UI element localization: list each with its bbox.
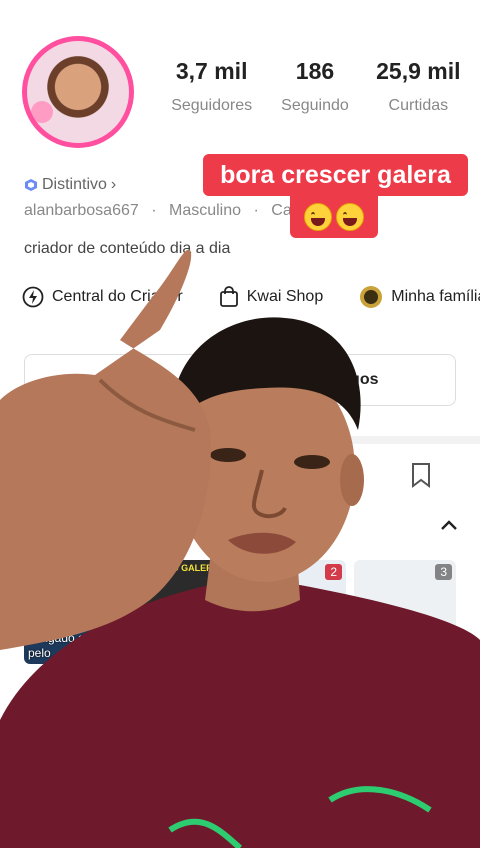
gender: Masculino: [169, 202, 242, 219]
link-label: Central do Criador: [52, 288, 183, 305]
thumb-count: 1: [105, 564, 122, 580]
content-tabs: [0, 450, 480, 496]
collection-thumb[interactable]: GALERA OS MEUS 1.000 SEGUIDOR 1 obrigado…: [24, 560, 126, 664]
link-label: Minha família: [391, 288, 480, 305]
collection-thumb[interactable]: 3: [354, 560, 456, 664]
thumb-count: 2: [325, 564, 342, 580]
stat-label: Curtidas: [388, 97, 449, 114]
collection-thumb[interactable]: 2: [244, 560, 346, 664]
username: alanbarbosa667: [24, 202, 139, 219]
caption-emoji-row: [290, 196, 378, 238]
shirt-print: [168, 786, 432, 848]
shopping-bag-icon: [219, 286, 238, 307]
stat-value: 25,9 mil: [376, 58, 461, 84]
chevron-right-icon: ›: [110, 176, 117, 193]
stat-following[interactable]: 186 Seguindo: [263, 58, 366, 115]
stat-label: Seguidores: [171, 97, 253, 114]
thumb-caption: OLHA SÓ GALERA: [138, 563, 220, 573]
profile-actions: perfil amigos: [24, 354, 456, 406]
thumb-subtitle: olh: [138, 645, 155, 660]
flower-sticker-icon: [31, 101, 53, 123]
bookmark-icon[interactable]: [410, 462, 432, 488]
add-friends-button[interactable]: amigos: [245, 354, 456, 406]
stat-followers[interactable]: 3,7 mil Seguidores: [160, 58, 263, 115]
video-caption: bora crescer galera: [203, 154, 468, 196]
meta-separator: ·: [253, 202, 259, 219]
collection-header: [0, 515, 480, 545]
grinning-emoji-icon: [304, 203, 332, 231]
hexagon-badge-icon: [25, 179, 37, 191]
thumb-subtitle: obrigado galera pelo: [28, 631, 112, 660]
stat-likes[interactable]: 25,9 mil Curtidas: [367, 58, 470, 115]
profile-links: Central do Criador Kwai Shop Minha famíl…: [22, 285, 480, 309]
stat-value: 186: [295, 58, 335, 84]
collection-list: GALERA OS MEUS 1.000 SEGUIDOR 1 obrigado…: [24, 560, 456, 664]
kwai-shop-link[interactable]: Kwai Shop: [219, 285, 324, 309]
profile-stats: 3,7 mil Seguidores 186 Seguindo 25,9 mil…: [160, 58, 470, 115]
edit-profile-button[interactable]: perfil: [24, 354, 235, 406]
my-family-link[interactable]: Minha família: [359, 285, 480, 309]
thumb-count: 3: [435, 564, 452, 580]
badge-label: Distintivo: [42, 176, 107, 193]
bio: criador de conteúdo dia a dia: [24, 240, 231, 257]
link-label: Kwai Shop: [246, 288, 324, 305]
section-divider: [0, 436, 480, 444]
creator-center-link[interactable]: Central do Criador: [22, 285, 183, 309]
family-badge-icon: [360, 286, 383, 308]
collection-thumb[interactable]: OLHA SÓ GALERA olh: [134, 560, 236, 664]
badge-link[interactable]: Distintivo ›: [24, 176, 116, 194]
stat-label: Seguindo: [281, 97, 349, 114]
chevron-up-icon[interactable]: [440, 519, 458, 531]
profile-avatar[interactable]: [22, 36, 134, 148]
avatar-image: [27, 41, 129, 143]
stat-value: 3,7 mil: [175, 58, 248, 84]
meta-separator: ·: [151, 202, 157, 219]
profile-meta: alanbarbosa667 · Masculino · Cap: [24, 202, 301, 220]
grinning-emoji-icon: [336, 203, 364, 231]
lightning-icon: [22, 286, 44, 308]
thumb-caption: GALERA OS MEUS 1.000 SEGUIDOR: [28, 563, 82, 593]
